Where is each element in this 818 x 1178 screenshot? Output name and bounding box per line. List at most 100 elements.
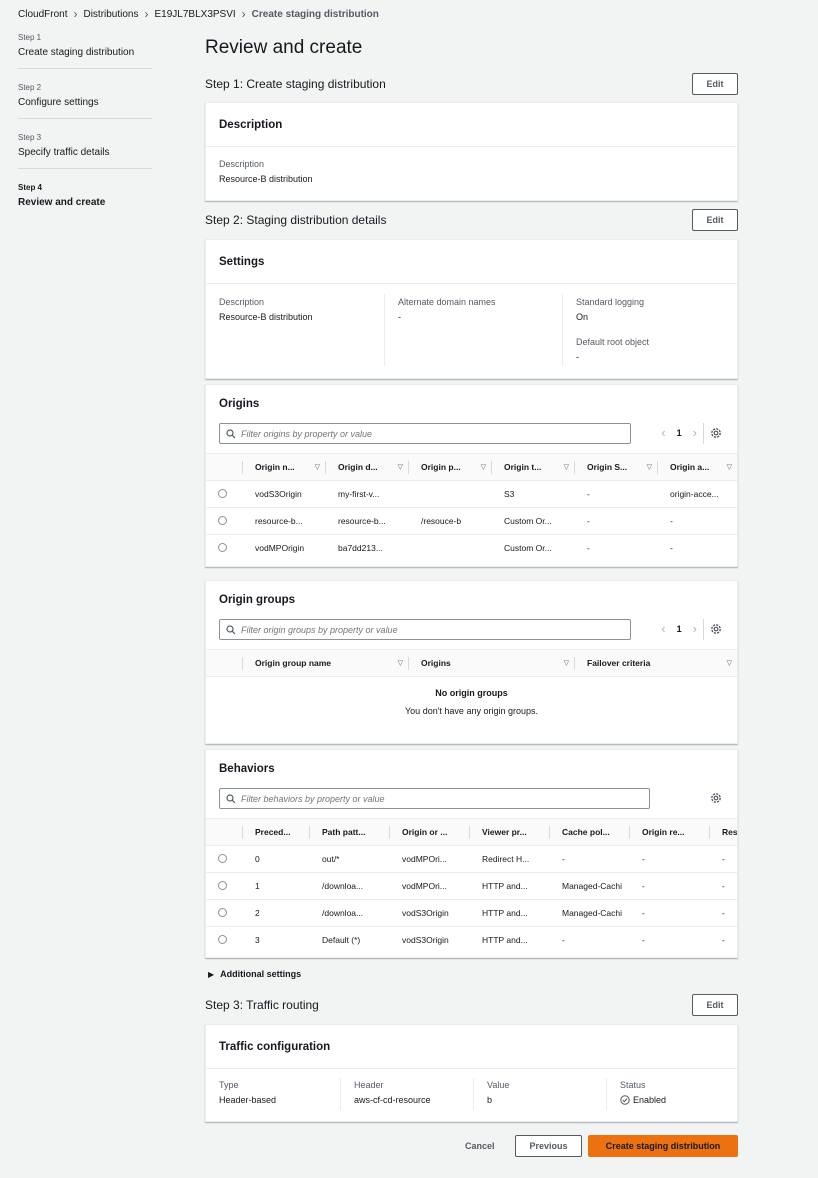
chevron-right-icon[interactable]: › [693,622,697,635]
table-cell: Redirect H... [469,845,549,873]
row-select-radio[interactable] [218,542,227,552]
row-select-radio[interactable] [218,934,227,944]
row-select-radio[interactable] [218,515,227,525]
behaviors-filter-input[interactable] [241,793,621,804]
create-staging-distribution-button[interactable]: Create staging distribution [588,1135,738,1157]
step-label[interactable]: Configure settings [18,97,152,108]
search-icon [226,624,236,634]
column-header[interactable]: Origins ▽ [408,649,574,677]
wizard-step-3[interactable]: Step 3 Specify traffic details [18,133,152,169]
column-header[interactable]: Origin S... ▽ [574,453,657,481]
value-value: b [487,1095,493,1105]
step-label: Review and create [18,197,106,208]
table-cell: /downloa... [309,872,389,900]
origins-filter-row: ‹ 1 › [206,423,737,453]
sort-caret-icon: ▽ [726,660,732,667]
table-row[interactable]: vodMPOrigin ba7dd213... Custom Or... - - [206,535,737,562]
page-number[interactable]: 1 [677,624,682,634]
wizard-step-2[interactable]: Step 2 Configure settings [18,83,152,119]
column-header[interactable]: Origin re... [629,818,709,846]
table-cell: 3 [255,935,260,946]
step2-title: Step 2: Staging distribution details [205,213,387,227]
table-cell: - [709,845,737,873]
table-cell: - [587,543,590,554]
chevron-right-icon: › [144,7,149,21]
behaviors-filter-field[interactable] [219,788,650,809]
gear-icon[interactable] [709,622,723,636]
table-row[interactable]: vodS3Origin my-first-v... S3 - origin-ac… [206,480,737,508]
table-cell: - [709,899,737,927]
table-cell: /resouce-b [408,507,491,535]
search-icon [226,428,236,438]
step2-edit-button[interactable]: Edit [692,209,738,231]
description-value: Resource-B distribution [219,174,313,184]
table-row[interactable]: 3 Default (*) vodS3Origin HTTP and... - … [206,927,737,954]
table-row[interactable]: 0 out/* vodMPOri... Redirect H... - - - [206,845,737,873]
step-label[interactable]: Create staging distribution [18,47,152,58]
column-header[interactable]: Origin or ... [389,818,469,846]
origin-groups-filter-field[interactable] [219,619,631,640]
row-select-radio[interactable] [218,907,227,917]
cancel-button[interactable]: Cancel [465,1141,495,1151]
wizard-step-4: Step 4 Review and create [18,183,152,219]
status-badge: Enabled [620,1095,666,1105]
origins-filter-field[interactable] [219,423,631,444]
column-header[interactable]: Viewer pr... [469,818,549,846]
step3-edit-button[interactable]: Edit [692,994,738,1016]
wizard-step-1[interactable]: Step 1 Create staging distribution [18,33,152,69]
step1-title: Step 1: Create staging distribution [205,77,386,91]
column-header[interactable]: Failover criteria ▽ [574,649,737,677]
step-label[interactable]: Specify traffic details [18,147,152,158]
column-header[interactable]: Resp [709,818,737,846]
sort-caret-icon: ▽ [314,464,320,471]
table-cell: 1 [242,872,309,900]
table-row[interactable]: 1 /downloa... vodMPOri... HTTP and... Ma… [206,872,737,900]
chevron-right-icon: › [73,7,78,21]
breadcrumb-cloudfront[interactable]: CloudFront [18,9,67,20]
table-row[interactable]: resource-b... resource-b... /resouce-b C… [206,507,737,535]
column-header[interactable]: Cache pol... [549,818,629,846]
origin-groups-card-title: Origin groups [219,594,296,606]
description-card-title: Description [219,118,283,131]
row-select-radio[interactable] [218,853,227,863]
additional-settings-toggle[interactable]: ▶ Additional settings [208,969,301,979]
status-value: Enabled [633,1095,667,1105]
column-header[interactable]: Origin t... ▽ [491,453,574,481]
origins-filter-input[interactable] [241,428,621,439]
column-header[interactable]: Preced... [242,818,309,846]
column-header[interactable]: Path patt... [309,818,389,846]
chevron-left-icon[interactable]: ‹ [661,426,665,439]
breadcrumb-distribution-id[interactable]: E19JL7BLX3PSVI [155,9,236,20]
default-root-label: Default root object [576,337,650,347]
header-value: aws-cf-cd-resource [354,1095,431,1105]
row-select-radio[interactable] [218,880,227,890]
step1-edit-button[interactable]: Edit [692,73,738,95]
origin-groups-empty-state: No origin groups You don't have any orig… [206,677,737,741]
column-header[interactable]: Origin a... ▽ [657,453,737,481]
column-header[interactable]: Origin group name ▽ [242,649,408,677]
empty-state-description: You don't have any origin groups. [405,706,538,716]
breadcrumb-current: Create staging distribution [251,8,379,20]
column-header[interactable]: Origin d... ▽ [325,453,408,481]
settings-card-title: Settings [219,255,265,268]
traffic-config-card-header: Traffic configuration [206,1025,737,1069]
column-header[interactable]: Origin n... ▽ [242,453,325,481]
origin-groups-filter-input[interactable] [241,624,621,635]
chevron-left-icon[interactable]: ‹ [661,622,665,635]
table-cell: Default (*) [322,935,361,946]
traffic-config-card-title: Traffic configuration [219,1040,331,1053]
column-header[interactable]: Origin p... ▽ [408,453,491,481]
page-number[interactable]: 1 [677,428,682,438]
additional-settings-label: Additional settings [220,969,302,979]
table-cell: - [670,543,673,554]
row-select-radio[interactable] [218,488,227,498]
table-cell: vodMPOri... [389,872,469,900]
gear-icon[interactable] [709,426,723,440]
breadcrumb-distributions[interactable]: Distributions [83,9,138,20]
table-row[interactable]: 2 /downloa... vodS3Origin HTTP and... Ma… [206,899,737,927]
chevron-right-icon[interactable]: › [693,426,697,439]
origin-groups-filter-row: ‹ 1 › [206,619,737,649]
gear-icon[interactable] [709,791,723,805]
table-cell: /downloa... [309,899,389,927]
previous-button[interactable]: Previous [515,1135,582,1157]
